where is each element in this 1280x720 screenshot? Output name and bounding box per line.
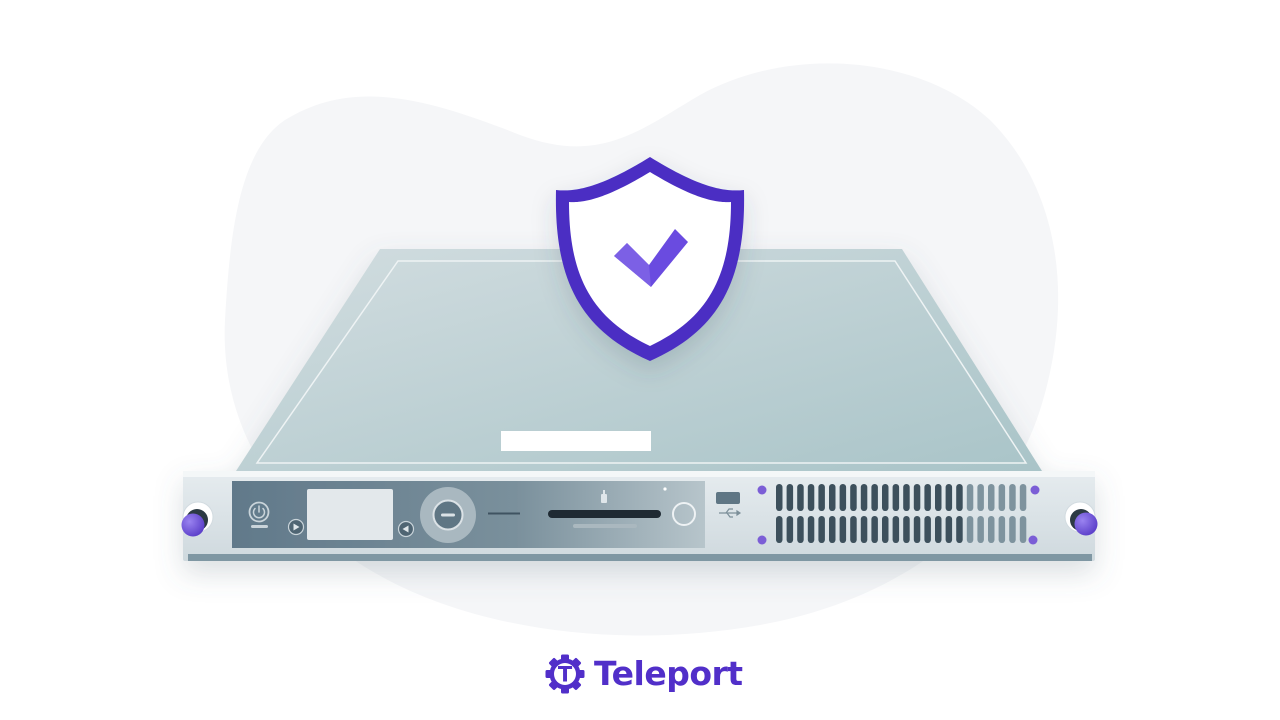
vent-slot [776,484,783,511]
vent-slot [913,484,921,511]
vent-slot [818,516,825,543]
vent-slot [860,516,868,543]
vent-slot [903,516,910,543]
vent-slot [807,516,815,543]
server-security-illustration [181,63,1098,636]
vent-slot [829,516,836,543]
vent-slot [988,516,995,543]
vent-slot [977,516,984,543]
brand-name: Teleport [594,654,743,693]
server-label-sticker [501,431,651,451]
vent-slot [797,516,804,543]
vent-slot [998,516,1006,543]
vent-slot [1019,516,1027,543]
vent-slot [892,516,900,543]
vent-slot [850,516,857,543]
vent-slot [935,484,942,511]
server-bottom-lip [188,554,1092,561]
vent-slot [966,484,974,511]
vent-slot [1009,516,1016,543]
server-front-top-edge [183,471,1095,477]
panel-divider [488,512,520,515]
vent-slot [786,516,794,543]
vent-slot [839,516,847,543]
vent-slot [945,484,953,511]
vent-slot [871,484,878,511]
vent-slot [807,484,815,511]
vent-slot [998,484,1006,511]
vent-slot [871,516,878,543]
vent-slot [786,484,794,511]
vent-slot [776,516,783,543]
vent-slot [839,484,847,511]
vent-slot [829,484,836,511]
vent-slot [924,484,931,511]
lcd-display [307,489,393,540]
vent-slot [956,484,963,511]
vent-slot [882,484,889,511]
vent-slot [797,484,804,511]
logo-letter: T [558,663,573,687]
vent-slot [882,516,889,543]
dial-knob [420,487,476,543]
play-icon [287,518,305,536]
vent-slot [913,516,921,543]
vent-slot [966,516,974,543]
vent-slot [892,484,900,511]
vent-slot [1009,484,1016,511]
brand-logo: T Teleport [544,652,743,696]
vent-slot [945,516,953,543]
vent-slot [1019,484,1027,511]
rewind-icon [397,520,415,538]
vent-slot [860,484,868,511]
vent-slot [903,484,910,511]
vent-slot [850,484,857,511]
vent-slot [956,516,963,543]
vent-slot [924,516,931,543]
usb-port [716,492,740,504]
vent-slot [935,516,942,543]
vent-slot [988,484,995,511]
vent-slot [977,484,984,511]
vent-slot [818,484,825,511]
teleport-gear-icon: T [545,654,585,694]
